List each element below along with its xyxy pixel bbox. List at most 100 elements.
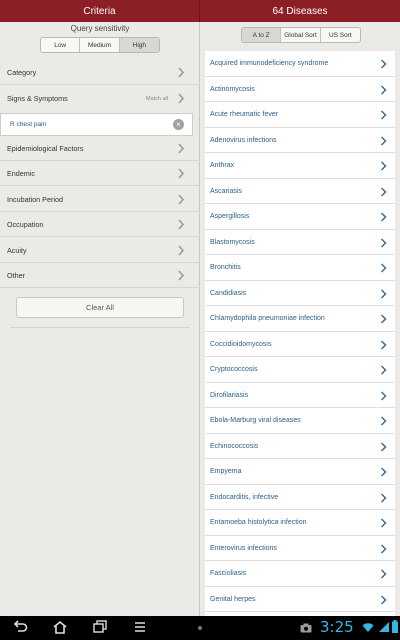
disease-row[interactable]: Acute rheumatic fever (205, 102, 395, 128)
disease-row[interactable]: Empyema (205, 459, 395, 485)
criteria-row-endemic[interactable]: Endemic (0, 161, 200, 186)
chevron-right-icon (380, 416, 387, 426)
disease-name: Fascioliasis (210, 570, 247, 577)
disease-row[interactable]: Echinococcosis (205, 434, 395, 459)
criteria-row-other[interactable]: Other (0, 263, 200, 288)
criteria-row-label: Other (7, 270, 25, 280)
chevron-right-icon (380, 59, 387, 69)
disease-row[interactable]: Blastomycosis (205, 230, 395, 255)
chevron-right-icon (380, 518, 387, 528)
chevron-right-icon (178, 194, 185, 205)
sensitivity-control: Low Medium High (40, 37, 160, 53)
chevron-right-icon (380, 365, 387, 375)
disease-count-title: 64 Diseases (272, 5, 328, 17)
disease-row[interactable]: Enterovirus infections (205, 536, 395, 561)
criteria-row-occupation[interactable]: Occupation (0, 212, 200, 237)
chevron-right-icon (380, 237, 387, 248)
sensitivity-low[interactable]: Low (41, 38, 81, 52)
match-all-label[interactable]: Match all (146, 96, 168, 102)
chevron-right-icon (380, 161, 387, 171)
disease-row[interactable]: Ascariasis (205, 179, 395, 204)
criteria-row-label: Occupation (7, 219, 44, 229)
disease-row[interactable]: Actinomycosis (205, 77, 395, 102)
menu-icon[interactable] (133, 620, 147, 634)
chevron-right-icon (380, 84, 387, 95)
chevron-right-icon (380, 314, 387, 324)
disease-list: Acquired immunodeficiency syndrome Actino… (205, 51, 395, 616)
remove-symptom-icon[interactable]: × (173, 119, 184, 130)
disease-name: Enterovirus infections (210, 544, 277, 552)
criteria-row-epidemiological[interactable]: Epidemiological Factors (0, 136, 200, 161)
disease-name: Bronchitis (210, 264, 241, 271)
system-nav-bar: 3:25 (0, 616, 400, 640)
chevron-right-icon (178, 270, 185, 281)
camera-icon (300, 623, 312, 633)
clear-all-button[interactable]: Clear All (16, 297, 184, 318)
sort-a-to-z[interactable]: A to Z (242, 28, 282, 42)
criteria-row-category[interactable]: Category (0, 60, 200, 85)
disease-name: Coccidioidomycosis (210, 340, 272, 348)
disease-row[interactable]: Ebola-Marburg viral diseases (205, 408, 395, 434)
back-icon[interactable] (12, 620, 28, 634)
recent-apps-icon[interactable] (92, 620, 108, 634)
criteria-row-label: Acuity (7, 245, 27, 255)
disease-row[interactable]: Anthrax (205, 153, 395, 179)
disease-name: Endocarditis, infective (210, 493, 279, 501)
home-icon[interactable] (52, 620, 68, 634)
sort-us[interactable]: US Sort (321, 28, 360, 42)
chevron-right-icon (380, 594, 387, 605)
disease-row[interactable]: Fascioliasis (205, 561, 395, 587)
criteria-row-incubation[interactable]: Incubation Period (0, 187, 200, 212)
criteria-row-label: Category (7, 67, 37, 77)
chevron-right-icon (380, 212, 387, 222)
chevron-right-icon (380, 110, 387, 120)
criteria-row-label: Endemic (7, 168, 35, 178)
criteria-row-acuity[interactable]: Acuity (0, 238, 200, 263)
disease-row[interactable]: Adenovirus infections (205, 128, 395, 153)
disease-row[interactable]: Bronchitis (205, 255, 395, 281)
chevron-right-icon (380, 467, 387, 477)
disease-name: Genital herpes (210, 595, 256, 603)
chevron-right-icon (380, 492, 387, 503)
sort-control: A to Z Global Sort US Sort (241, 27, 361, 43)
disease-row[interactable]: Dirofilariasis (205, 383, 395, 408)
sensitivity-medium[interactable]: Medium (80, 38, 120, 52)
disease-row[interactable]: Cryptococcosis (205, 357, 395, 383)
sort-global[interactable]: Global Sort (281, 28, 321, 42)
selected-symptom: R chest pain (10, 121, 47, 128)
disease-row[interactable]: Candidiasis (205, 281, 395, 306)
chevron-right-icon (380, 339, 387, 350)
selected-symptom-row: R chest pain × (0, 113, 193, 136)
dot-icon (198, 626, 202, 630)
criteria-title: Criteria (0, 0, 200, 22)
chevron-right-icon (178, 245, 185, 256)
wifi-icon (362, 623, 374, 632)
disease-name: Echinococcosis (210, 442, 259, 450)
disease-name: Blastomycosis (210, 238, 255, 246)
chevron-right-icon (178, 93, 185, 104)
disease-row[interactable]: Entamoeba histolytica infection (205, 510, 395, 536)
disease-name: Adenovirus infections (210, 136, 277, 144)
disease-panel: A to Z Global Sort US Sort Acquired immu… (200, 22, 400, 616)
disease-row[interactable]: Chlamydophila pneumoniae infection (205, 306, 395, 332)
disease-row[interactable]: Coccidioidomycosis (205, 332, 395, 357)
criteria-row-label: Incubation Period (7, 194, 63, 204)
chevron-right-icon (178, 219, 185, 230)
disease-row[interactable]: Aspergillosis (205, 204, 395, 230)
chevron-right-icon (178, 143, 185, 154)
disease-name: Chlamydophila pneumoniae infection (210, 315, 325, 322)
disease-name: Empyema (210, 468, 242, 475)
chevron-right-icon (380, 441, 387, 452)
chevron-right-icon (178, 168, 185, 179)
criteria-row-label: Signs & Symptoms (7, 94, 68, 103)
disease-row[interactable]: Endocarditis, infective (205, 485, 395, 510)
disease-name: Cryptococcosis (210, 366, 258, 373)
disease-name: Ebola-Marburg viral diseases (210, 417, 301, 424)
disease-name: Anthrax (210, 162, 235, 169)
query-sensitivity-label: Query sensitivity (70, 24, 130, 33)
disease-row[interactable]: Genital herpes (205, 587, 395, 612)
disease-row[interactable]: Acquired immunodeficiency syndrome (205, 51, 395, 77)
criteria-row-signs-symptoms[interactable]: Signs & Symptoms Match all (0, 86, 200, 111)
chevron-right-icon (380, 288, 387, 299)
sensitivity-high[interactable]: High (119, 38, 159, 52)
